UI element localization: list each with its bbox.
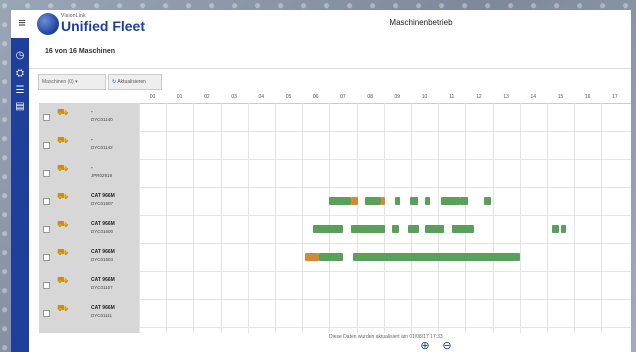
- hour-label: 10: [421, 94, 428, 100]
- list-icon[interactable]: ☰: [14, 85, 26, 97]
- activity-bar[interactable]: [409, 197, 418, 205]
- row-checkbox[interactable]: [43, 114, 50, 121]
- machine-icon: ⛟: [57, 219, 69, 229]
- hour-label: 09: [394, 94, 401, 100]
- activity-bar[interactable]: [484, 197, 492, 205]
- row-checkbox[interactable]: [43, 170, 50, 177]
- row-checkbox[interactable]: [43, 282, 50, 289]
- refresh-icon: ↻: [112, 79, 117, 85]
- row-checkbox[interactable]: [43, 310, 50, 317]
- row-checkbox[interactable]: [43, 254, 50, 261]
- hour-label: 06: [312, 94, 319, 100]
- activity-bar[interactable]: [351, 197, 358, 205]
- hour-label: 17: [612, 94, 618, 100]
- machine-name: -: [91, 137, 93, 143]
- hamburger-icon[interactable]: ≡: [15, 16, 29, 30]
- hour-label: 07: [340, 94, 346, 100]
- machine-row[interactable]: ⛟ - JPR02919: [39, 159, 631, 187]
- machine-icon: ⛟: [57, 275, 69, 285]
- hour-label: 13: [503, 94, 509, 100]
- machine-icon: ⛟: [57, 135, 69, 145]
- activity-bar[interactable]: [424, 225, 444, 233]
- hour-label: 14: [530, 94, 537, 100]
- activity-bar[interactable]: [313, 225, 343, 233]
- activity-bar[interactable]: [351, 225, 386, 233]
- hour-label: 11: [449, 94, 455, 100]
- machine-serial: DYC01140: [91, 117, 113, 122]
- hour-label: 04: [258, 94, 265, 100]
- machine-name: CAT 966M: [91, 249, 115, 255]
- hour-label: 05: [285, 94, 292, 100]
- hour-label: 03: [231, 94, 237, 100]
- row-checkbox[interactable]: [43, 198, 50, 205]
- machines-icon[interactable]: ⛭: [14, 68, 26, 80]
- machine-serial: JPR02919: [91, 173, 113, 178]
- machine-name: CAT 966M: [91, 277, 115, 283]
- report-icon[interactable]: ▤: [14, 101, 26, 113]
- activity-bar[interactable]: [560, 225, 567, 233]
- machine-timeline: 00 01 02 03 04 05 06 07 08 09 10 11 12 13 14 15 16 17 ⛟ - D…: [39, 93, 631, 333]
- machine-name: CAT 966M: [91, 221, 115, 227]
- activity-bar[interactable]: [352, 253, 520, 261]
- dashboard-icon[interactable]: ◷: [14, 50, 26, 62]
- sub-header: 16 von 16 Maschinen: [29, 38, 631, 69]
- app-window: ≡ VisionLink Unified Fleet Maschinenbetr…: [11, 10, 631, 352]
- machine-name: CAT 966M: [91, 305, 115, 311]
- hour-label: 16: [584, 94, 591, 100]
- machine-name: -: [91, 109, 93, 115]
- footer: Diese Daten wurden aktualisiert am 01/08…: [29, 333, 631, 352]
- machine-serial: DYC01107: [91, 285, 113, 290]
- activity-bar[interactable]: [552, 225, 560, 233]
- hour-label: 01: [176, 94, 183, 100]
- activity-bar[interactable]: [364, 197, 382, 205]
- machine-serial: DYC01142: [91, 145, 113, 150]
- activity-bar[interactable]: [394, 197, 401, 205]
- machine-filter-dropdown[interactable]: Maschinen (0) ▾: [38, 74, 106, 90]
- brand-name: Unified Fleet: [61, 18, 146, 34]
- machine-serial: DYC01600: [91, 229, 114, 234]
- machine-row[interactable]: ⛟ - DYC01140: [39, 103, 631, 131]
- hour-label: 08: [367, 94, 373, 100]
- machine-icon: ⛟: [57, 191, 69, 201]
- machine-row[interactable]: ⛟ CAT 966M DYC01107: [39, 271, 631, 299]
- activity-bar[interactable]: [459, 197, 469, 205]
- hour-label: 15: [557, 94, 564, 100]
- activity-bar[interactable]: [304, 253, 319, 261]
- activity-bar[interactable]: [408, 225, 420, 233]
- machine-count: 16 von 16 Maschinen: [45, 48, 116, 55]
- machine-serial: DYC01607: [91, 201, 114, 206]
- hour-label: 02: [204, 94, 210, 100]
- page-title: Maschinenbetrieb: [389, 18, 453, 27]
- activity-bar[interactable]: [391, 225, 399, 233]
- zoom-in-icon[interactable]: ⊕: [419, 340, 431, 352]
- row-divider: [139, 327, 631, 328]
- top-bar: ≡ VisionLink Unified Fleet Maschinenbetr…: [11, 10, 631, 39]
- zoom-out-icon[interactable]: ⊖: [441, 340, 453, 352]
- row-checkbox[interactable]: [43, 226, 50, 233]
- machine-name: CAT 966M: [91, 193, 115, 199]
- row-checkbox[interactable]: [43, 142, 50, 149]
- machine-name: -: [91, 165, 93, 171]
- hour-label: 00: [149, 94, 156, 100]
- activity-bar[interactable]: [424, 197, 431, 205]
- machine-icon: ⛟: [57, 303, 69, 313]
- machine-serial: DYC01111: [91, 313, 113, 318]
- activity-bar[interactable]: [318, 253, 343, 261]
- machine-serial: DYC01603: [91, 257, 114, 262]
- activity-bar[interactable]: [440, 197, 460, 205]
- logo-icon: [37, 13, 59, 35]
- refresh-button[interactable]: ↻ Aktualisieren: [108, 74, 162, 90]
- machine-icon: ⛟: [57, 163, 69, 173]
- sidebar: ◷ ⛭ ☰ ▤: [11, 38, 29, 352]
- machine-icon: ⛟: [57, 107, 69, 117]
- refresh-label: Aktualisieren: [117, 79, 146, 85]
- activity-bar[interactable]: [451, 225, 474, 233]
- machine-row[interactable]: ⛟ CAT 966M DYC01111: [39, 299, 631, 327]
- machine-icon: ⛟: [57, 247, 69, 257]
- hour-label: 12: [476, 94, 482, 100]
- activity-bar[interactable]: [329, 197, 352, 205]
- activity-bar[interactable]: [381, 197, 386, 205]
- machine-row[interactable]: ⛟ - DYC01142: [39, 131, 631, 159]
